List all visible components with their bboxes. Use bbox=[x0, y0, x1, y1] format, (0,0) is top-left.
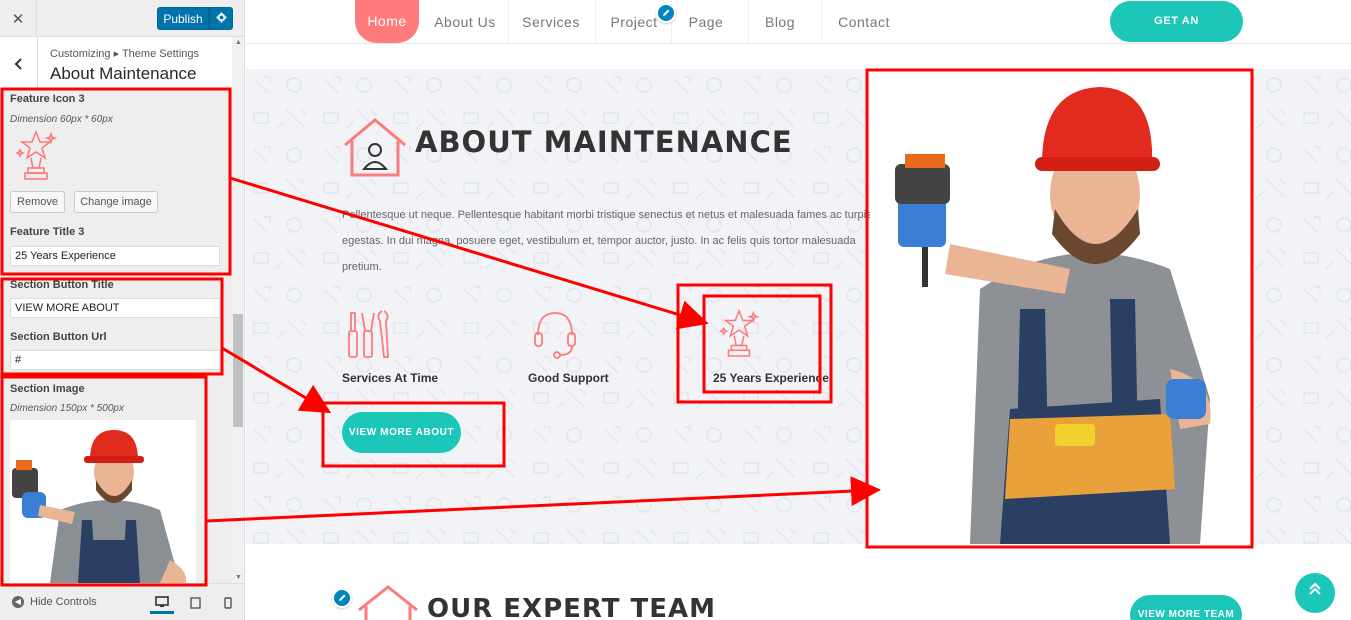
breadcrumb: Customizing ▸ Theme Settings bbox=[50, 48, 199, 60]
scroll-down-icon[interactable]: ▼ bbox=[235, 574, 242, 581]
back-arrow-icon[interactable] bbox=[0, 37, 38, 90]
tablet-preview-icon[interactable] bbox=[183, 592, 207, 614]
hide-controls-label: Hide Controls bbox=[30, 596, 97, 608]
nav-divider bbox=[821, 0, 822, 44]
nav-item-contact[interactable]: Contact bbox=[834, 0, 894, 44]
main-navigation: Home About Us Services Project Page Blog… bbox=[246, 0, 1351, 68]
edit-pencil-icon[interactable] bbox=[656, 3, 676, 23]
edit-pencil-icon[interactable] bbox=[332, 588, 352, 608]
worker-image bbox=[870, 69, 1251, 544]
customizer-sidebar: ✕ Publish Customizing ▸ Theme Settings A… bbox=[0, 0, 245, 620]
about-title: ABOUT MAINTENANCE bbox=[415, 125, 793, 159]
close-icon[interactable]: ✕ bbox=[0, 0, 37, 37]
view-more-team-button[interactable]: VIEW MORE TEAM bbox=[1130, 595, 1242, 620]
sidebar-scrollbar[interactable]: ▲ ▼ bbox=[232, 37, 244, 583]
desktop-preview-icon[interactable] bbox=[150, 592, 174, 614]
customizer-footer: ◀ Hide Controls bbox=[0, 583, 244, 620]
nav-item-services[interactable]: Services bbox=[518, 0, 584, 44]
screen: ✕ Publish Customizing ▸ Theme Settings A… bbox=[0, 0, 1351, 620]
mobile-preview-icon[interactable] bbox=[216, 592, 240, 614]
button-title-input[interactable]: VIEW MORE ABOUT bbox=[10, 298, 220, 318]
button-title-label: Section Button Title bbox=[10, 279, 114, 291]
get-appointment-button[interactable]: GET AN APPOINTMENT bbox=[1110, 1, 1243, 68]
nav-item-about-us[interactable]: About Us bbox=[430, 0, 500, 44]
house-user-icon bbox=[356, 584, 420, 620]
view-more-about-button[interactable]: VIEW MORE ABOUT bbox=[342, 412, 461, 453]
nav-item-project[interactable]: Project bbox=[606, 0, 662, 44]
button-url-input[interactable]: # bbox=[10, 350, 220, 370]
nav-divider bbox=[748, 0, 749, 44]
publish-button[interactable]: Publish bbox=[157, 7, 209, 30]
nav-item-page[interactable]: Page bbox=[682, 0, 730, 44]
house-user-icon bbox=[342, 117, 408, 177]
nav-item-home[interactable]: Home bbox=[355, 0, 419, 43]
hide-controls-button[interactable]: ◀ Hide Controls bbox=[12, 596, 97, 608]
nav-divider bbox=[508, 0, 509, 44]
tools-icon bbox=[346, 309, 392, 359]
feature-icon-dimension: Dimension 60px * 60px bbox=[10, 114, 113, 125]
feature-good-support: Good Support bbox=[528, 371, 609, 385]
headset-icon bbox=[532, 309, 578, 359]
section-header: Customizing ▸ Theme Settings About Maint… bbox=[0, 37, 232, 90]
scroll-to-top-button[interactable] bbox=[1295, 573, 1335, 613]
remove-button[interactable]: Remove bbox=[10, 191, 65, 213]
double-chevron-up-icon bbox=[1309, 582, 1321, 595]
nav-item-blog[interactable]: Blog bbox=[760, 0, 800, 44]
section-image-label: Section Image bbox=[10, 383, 85, 395]
gear-icon[interactable] bbox=[209, 7, 233, 30]
scrollbar-thumb[interactable] bbox=[233, 314, 243, 427]
section-image-dimension: Dimension 150px * 500px bbox=[10, 403, 124, 414]
customizer-header: ✕ Publish bbox=[0, 0, 244, 37]
scroll-up-icon[interactable]: ▲ bbox=[235, 39, 242, 46]
feature-25-years-experience: 25 Years Experience bbox=[713, 371, 829, 385]
feature-title-label: Feature Title 3 bbox=[10, 226, 85, 238]
about-section: ABOUT MAINTENANCE Pellentesque ut neque.… bbox=[246, 69, 1351, 544]
nav-divider bbox=[595, 0, 596, 44]
team-title: OUR EXPERT TEAM bbox=[427, 594, 717, 620]
site-preview: Home About Us Services Project Page Blog… bbox=[246, 0, 1351, 620]
about-paragraph: Pellentesque ut neque. Pellentesque habi… bbox=[342, 209, 872, 273]
collapse-icon: ◀ bbox=[12, 596, 24, 608]
change-image-button[interactable]: Change image bbox=[74, 191, 158, 213]
section-title: About Maintenance bbox=[50, 64, 197, 83]
trophy-icon bbox=[12, 128, 60, 182]
feature-title-input[interactable]: 25 Years Experience bbox=[10, 246, 220, 266]
trophy-icon bbox=[716, 306, 762, 360]
section-image-thumbnail[interactable] bbox=[10, 420, 196, 583]
feature-icon-label: Feature Icon 3 bbox=[10, 93, 85, 105]
button-url-label: Section Button Url bbox=[10, 331, 107, 343]
feature-services-at-time: Services At Time bbox=[342, 371, 439, 385]
